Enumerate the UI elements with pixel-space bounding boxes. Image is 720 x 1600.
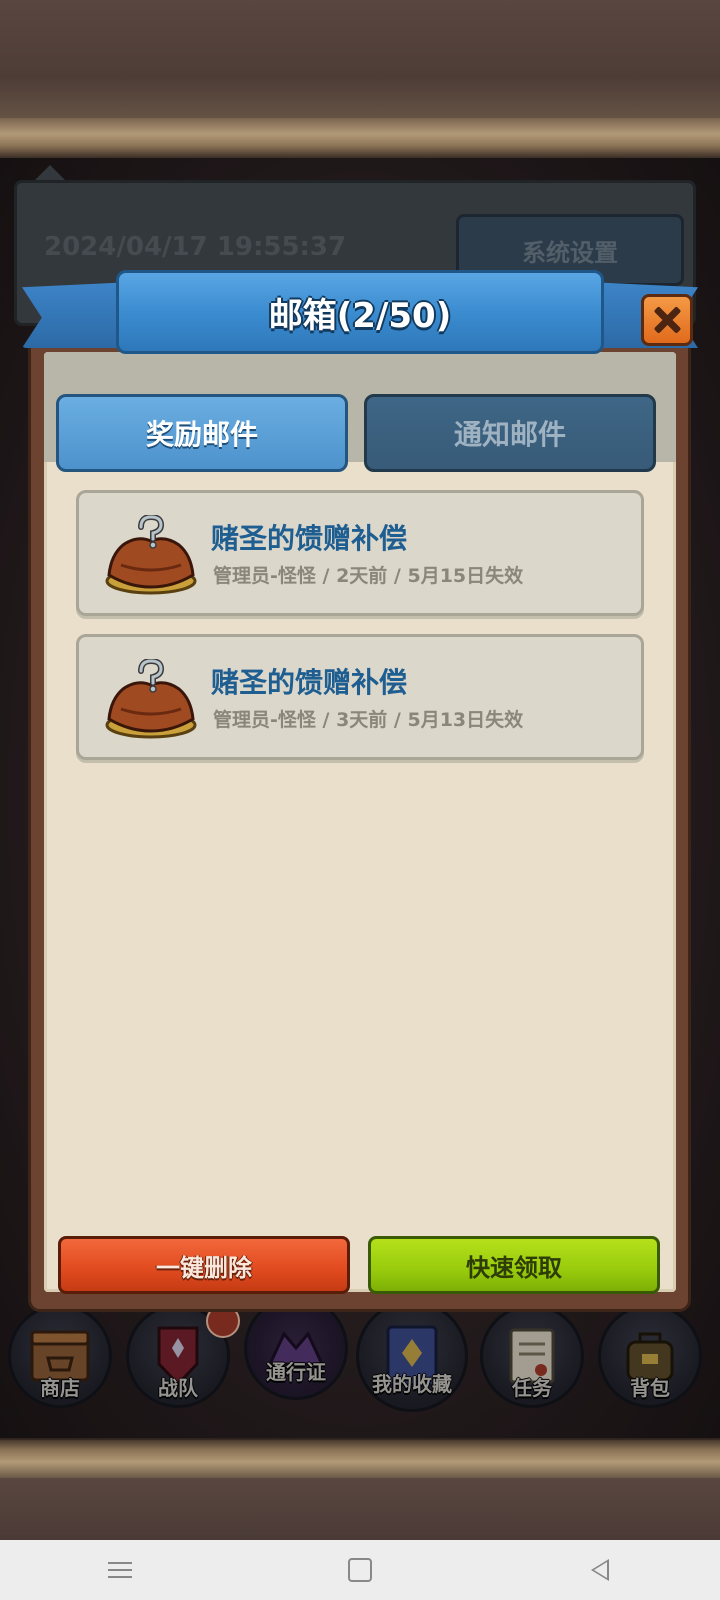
mail-separator: / <box>387 709 408 731</box>
delete-all-button[interactable]: 一键删除 <box>58 1236 350 1294</box>
mail-expiry: 5月15日失效 <box>407 565 524 587</box>
mail-meta: 管理员-怪怪 / 2天前 / 5月15日失效 <box>213 561 523 588</box>
mystery-chest-icon <box>103 513 199 597</box>
close-button[interactable] <box>641 294 693 346</box>
mail-sender: 管理员-怪怪 <box>213 709 316 731</box>
tab-notice-mail[interactable]: 通知邮件 <box>364 394 656 472</box>
mail-separator: / <box>315 709 337 731</box>
bottom-wood-frame <box>0 1478 720 1540</box>
system-navigation-bar <box>0 1540 720 1600</box>
mail-sender: 管理员-怪怪 <box>213 565 316 587</box>
back-button[interactable] <box>570 1550 630 1590</box>
dialog-title: 邮箱(2/50) <box>268 295 452 336</box>
mail-expiry: 5月13日失效 <box>407 709 524 731</box>
mail-meta: 管理员-怪怪 / 3天前 / 5月13日失效 <box>213 705 523 732</box>
top-wood-frame <box>0 0 720 130</box>
tab-reward-mail[interactable]: 奖励邮件 <box>56 394 348 472</box>
back-icon <box>591 1559 609 1581</box>
mystery-chest-icon <box>103 657 199 741</box>
mail-list-item[interactable]: 赌圣的馈赠补偿 管理员-怪怪 / 2天前 / 5月15日失效 <box>76 490 644 616</box>
mail-list-item[interactable]: 赌圣的馈赠补偿 管理员-怪怪 / 3天前 / 5月13日失效 <box>76 634 644 760</box>
mail-separator: / <box>387 565 408 587</box>
title-ribbon: 邮箱(2/50) <box>116 270 604 354</box>
mail-separator: / <box>315 565 337 587</box>
home-icon <box>348 1558 372 1582</box>
home-button[interactable] <box>330 1550 390 1590</box>
mail-age: 2天前 <box>336 565 388 587</box>
close-icon <box>653 306 681 334</box>
menu-icon <box>108 1557 132 1583</box>
top-frame-trim <box>0 118 720 158</box>
bottom-frame-trim <box>0 1438 720 1478</box>
quick-claim-button[interactable]: 快速领取 <box>368 1236 660 1294</box>
recent-apps-button[interactable] <box>90 1550 150 1590</box>
mail-age: 3天前 <box>336 709 388 731</box>
mail-title: 赌圣的馈赠补偿 <box>211 522 408 555</box>
mail-title: 赌圣的馈赠补偿 <box>211 666 408 699</box>
